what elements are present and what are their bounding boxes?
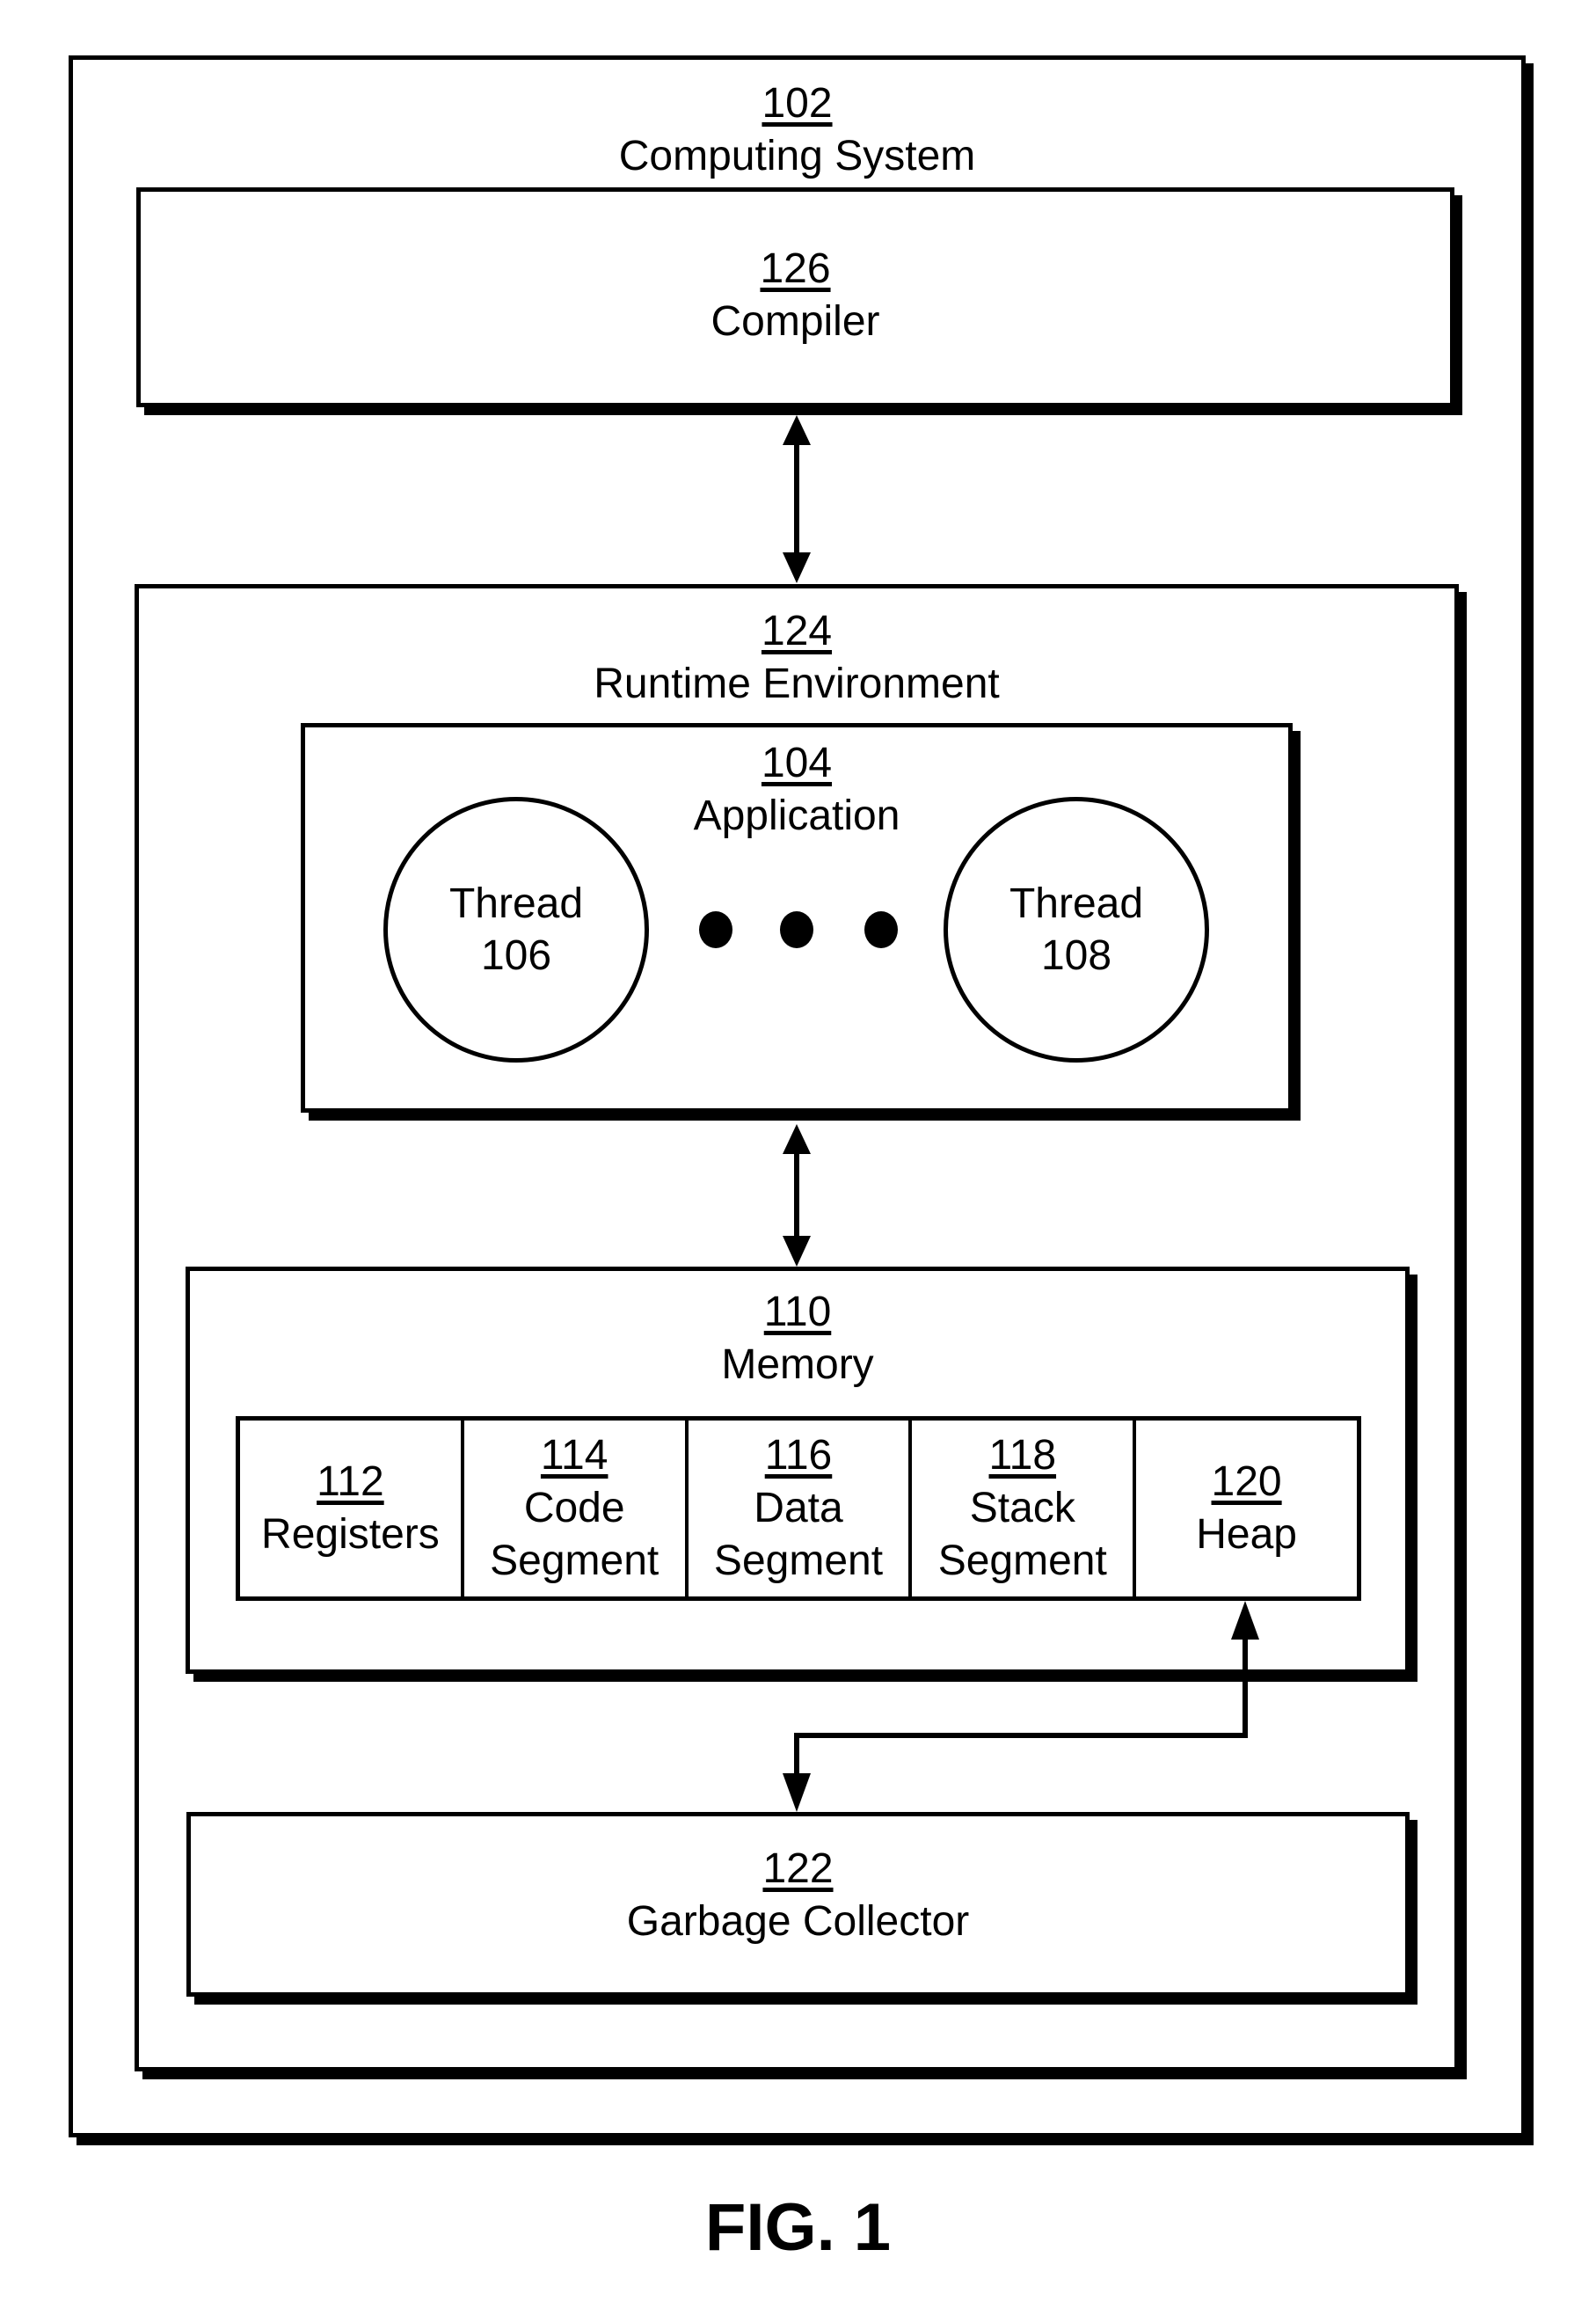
segment-registers: 112 Registers <box>240 1421 464 1596</box>
segment-stack-label-1: Stack <box>969 1485 1075 1531</box>
segment-code-number: 114 <box>540 1432 609 1479</box>
garbage-collector-title: Garbage Collector <box>626 1898 970 1945</box>
thread-106-circle: Thread 106 <box>383 797 649 1063</box>
thread-106-number: 106 <box>480 932 552 979</box>
memory-segments: 112 Registers 114 Code Segment 116 Data … <box>236 1416 1361 1601</box>
thread-108-label: Thread <box>1009 880 1144 927</box>
compiler-box: 126 Compiler <box>136 187 1454 407</box>
computing-system-title: Computing System <box>618 133 976 179</box>
segment-data-label-2: Segment <box>713 1538 884 1584</box>
segment-heap: 120 Heap <box>1136 1421 1357 1596</box>
compiler-title: Compiler <box>711 298 880 345</box>
ellipsis-dot-1 <box>699 911 732 948</box>
computing-system-label: 102 Computing System <box>73 77 1521 183</box>
segment-data-label-1: Data <box>754 1485 843 1531</box>
ellipsis-dot-3 <box>864 911 898 948</box>
memory-title: Memory <box>721 1341 874 1388</box>
computing-system-number: 102 <box>762 80 833 127</box>
segment-heap-number: 120 <box>1211 1458 1282 1505</box>
runtime-environment-label: 124 Runtime Environment <box>139 605 1454 711</box>
garbage-collector-box: 122 Garbage Collector <box>186 1812 1410 1997</box>
segment-data-number: 116 <box>764 1432 833 1479</box>
segment-code-label-1: Code <box>523 1485 625 1531</box>
runtime-environment-number: 124 <box>761 608 833 654</box>
memory-label: 110 Memory <box>190 1286 1405 1392</box>
segment-registers-label: Registers <box>261 1511 440 1558</box>
segment-data: 116 Data Segment <box>689 1421 913 1596</box>
thread-108-circle: Thread 108 <box>944 797 1209 1063</box>
thread-106-label: Thread <box>448 880 584 927</box>
garbage-collector-number: 122 <box>762 1845 834 1892</box>
segment-registers-number: 112 <box>317 1458 384 1505</box>
application-number: 104 <box>761 740 833 786</box>
compiler-number: 126 <box>760 245 831 292</box>
figure-label: FIG. 1 <box>704 2190 892 2265</box>
memory-number: 110 <box>763 1289 832 1335</box>
thread-108-number: 108 <box>1040 932 1112 979</box>
garbage-collector-label: 122 Garbage Collector <box>191 1843 1405 1948</box>
segment-stack-label-2: Segment <box>937 1538 1107 1584</box>
compiler-label: 126 Compiler <box>141 243 1450 348</box>
ellipsis-dot-2 <box>780 911 813 948</box>
segment-code-label-2: Segment <box>490 1538 660 1584</box>
segment-stack: 118 Stack Segment <box>912 1421 1137 1596</box>
segment-stack-number: 118 <box>988 1432 1057 1479</box>
segment-code: 114 Code Segment <box>464 1421 689 1596</box>
application-title: Application <box>693 793 900 839</box>
segment-heap-label: Heap <box>1196 1511 1297 1558</box>
runtime-environment-title: Runtime Environment <box>594 661 1000 707</box>
